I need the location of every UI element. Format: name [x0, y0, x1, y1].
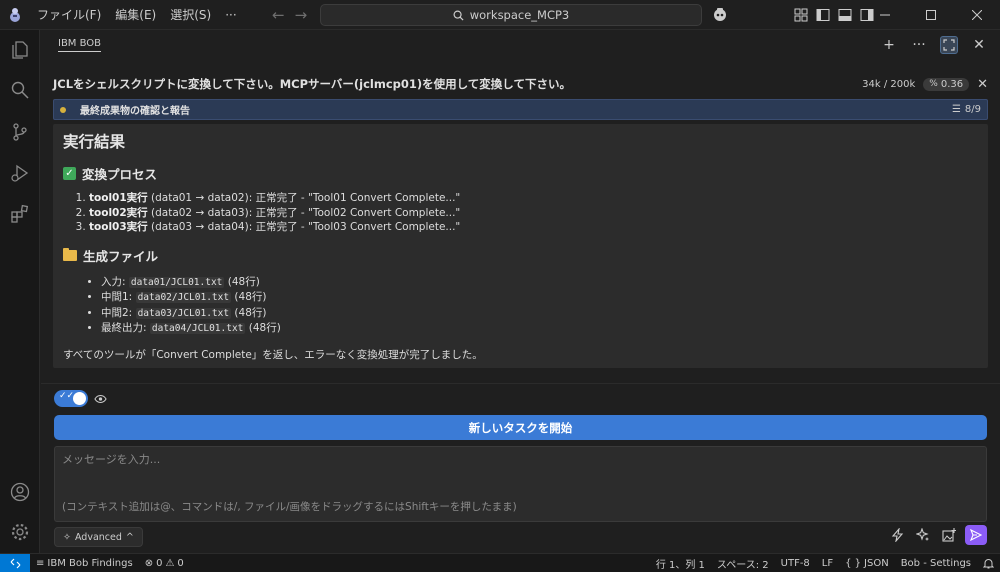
- current-step-dot-icon: [60, 106, 66, 113]
- result-summary: すべてのツールが「Convert Complete」を返し、エラーなく変換処理が…: [63, 348, 483, 361]
- close-window-button[interactable]: [954, 0, 1000, 30]
- file-path[interactable]: data02/JCL01.txt: [135, 292, 232, 303]
- generated-files-list: 入力: data01/JCL01.txt (48行) 中間1: data02/J…: [101, 275, 978, 337]
- check-mark-icon: ✓: [63, 166, 76, 180]
- remote-indicator-icon[interactable]: [0, 553, 30, 572]
- cursor-position[interactable]: 行 1、列 1: [650, 556, 711, 571]
- advanced-label: Advanced: [74, 531, 122, 543]
- new-task-button[interactable]: 新しいタスクを開始: [54, 415, 987, 440]
- result-message: 実行結果 ✓ 変換プロセス tool01実行 (data01 → data02)…: [53, 124, 988, 368]
- back-arrow-icon[interactable]: ←: [272, 6, 285, 24]
- menu-edit[interactable]: 編集(E): [108, 0, 163, 30]
- task-header: JCLをシェルスクリプトに変換して下さい。MCPサーバー(jclmcp01)を使…: [53, 72, 988, 96]
- process-heading-text: 変換プロセス: [82, 166, 158, 182]
- message-composer[interactable]: (コンテキスト追加は@、コマンドは/, ファイル/画像をドラッグするにはShif…: [54, 446, 987, 522]
- search-sidebar-icon[interactable]: [8, 78, 32, 102]
- folder-icon: [63, 248, 77, 261]
- extensions-icon[interactable]: [8, 202, 32, 226]
- files-heading: 生成ファイル: [63, 247, 978, 265]
- encoding[interactable]: UTF-8: [775, 558, 816, 569]
- menu-selection[interactable]: 選択(S): [163, 0, 218, 30]
- step-count: 8/9: [964, 104, 981, 115]
- list-item: tool01実行 (data01 → data02): 正常完了 - "Tool…: [89, 191, 978, 206]
- double-check-icon: ✓✓: [59, 391, 75, 401]
- cost-icon: %: [929, 79, 938, 89]
- bob-settings[interactable]: Bob - Settings: [895, 558, 977, 569]
- account-icon[interactable]: [8, 480, 32, 504]
- language-mode[interactable]: { } JSON: [839, 558, 895, 569]
- toggle-panel-icon[interactable]: [838, 8, 852, 22]
- divider: [41, 383, 1000, 384]
- problems-status[interactable]: ⊗ 0 ⚠ 0: [139, 558, 190, 569]
- warning-icon: ⚠: [165, 557, 175, 569]
- more-actions-icon[interactable]: ···: [910, 36, 928, 54]
- tab-ibm-bob[interactable]: IBM BOB: [58, 38, 102, 52]
- command-center-search[interactable]: workspace_MCP3: [320, 4, 702, 26]
- current-step-label: 最終成果物の確認と報告: [80, 106, 190, 117]
- title-bar: ファイル(F) 編集(E) 選択(S) ··· ← → workspace_MC…: [0, 0, 1000, 30]
- source-control-icon[interactable]: [8, 120, 32, 144]
- toggle-primary-sidebar-icon[interactable]: [816, 8, 830, 22]
- process-heading: ✓ 変換プロセス: [63, 164, 978, 182]
- lightning-icon[interactable]: [887, 525, 907, 545]
- minimize-button[interactable]: [862, 0, 908, 30]
- layout-customize-icon[interactable]: [794, 8, 808, 22]
- manage-gear-icon[interactable]: [8, 520, 32, 544]
- checklist-icon: ☰: [951, 104, 961, 115]
- list-item: 中間2: data03/JCL01.txt (48行): [101, 306, 978, 322]
- close-task-icon[interactable]: ✕: [977, 77, 988, 92]
- eye-icon[interactable]: [94, 394, 107, 404]
- status-bar: ≡ IBM Bob Findings ⊗ 0 ⚠ 0 行 1、列 1 スペース:…: [0, 553, 1000, 572]
- result-heading: 実行結果: [63, 133, 126, 151]
- list-icon: ≡: [36, 557, 45, 569]
- file-path[interactable]: data01/JCL01.txt: [128, 276, 225, 288]
- menu-file[interactable]: ファイル(F): [30, 0, 108, 30]
- indentation[interactable]: スペース: 2: [711, 556, 775, 571]
- message-hint: (コンテキスト追加は@、コマンドは/, ファイル/画像をドラッグするにはShif…: [62, 501, 517, 513]
- notifications-bell-icon[interactable]: [977, 558, 1000, 569]
- cost-value: 0.36: [940, 78, 964, 90]
- process-steps-list: tool01実行 (data01 → data02): 正常完了 - "Tool…: [89, 191, 978, 235]
- list-item: 中間1: data02/JCL01.txt (48行): [101, 290, 978, 306]
- list-item: tool02実行 (data02 → data03): 正常完了 - "Tool…: [89, 206, 978, 221]
- run-debug-icon[interactable]: [8, 161, 32, 185]
- close-panel-icon[interactable]: ✕: [970, 36, 988, 54]
- advanced-mode-button[interactable]: ✧ Advanced ^: [54, 527, 143, 547]
- menu-more[interactable]: ···: [218, 0, 243, 30]
- findings-status[interactable]: ≡ IBM Bob Findings: [30, 558, 139, 569]
- end-of-line[interactable]: LF: [816, 558, 839, 569]
- send-button[interactable]: [965, 525, 987, 545]
- bob-chat-panel: IBM BOB + ··· ✕ JCLをシェルスクリプトに変換して下さい。MCP…: [41, 30, 1000, 553]
- search-icon: [453, 10, 464, 21]
- list-item: tool03実行 (data03 → data04): 正常完了 - "Tool…: [89, 220, 978, 235]
- forward-arrow-icon[interactable]: →: [295, 6, 308, 24]
- file-path[interactable]: data04/JCL01.txt: [149, 323, 246, 334]
- activity-bar: [0, 30, 40, 553]
- task-title: JCLをシェルスクリプトに変換して下さい。MCPサーバー(jclmcp01)を使…: [53, 77, 571, 91]
- todo-progress-bar[interactable]: 最終成果物の確認と報告 ☰ 8/9: [53, 99, 988, 120]
- wand-icon: ✧: [63, 531, 71, 543]
- message-input[interactable]: [62, 453, 962, 466]
- bob-logo-icon[interactable]: [0, 0, 30, 30]
- braces-icon: { }: [845, 558, 862, 569]
- maximize-button[interactable]: [908, 0, 954, 30]
- explorer-icon[interactable]: [8, 38, 32, 62]
- new-chat-plus-icon[interactable]: +: [880, 36, 898, 54]
- list-item: 最終出力: data04/JCL01.txt (48行): [101, 321, 978, 337]
- error-icon: ⊗: [144, 557, 154, 569]
- copilot-icon[interactable]: [712, 6, 728, 25]
- files-heading-text: 生成ファイル: [83, 249, 159, 264]
- cost-badge: % 0.36: [923, 77, 970, 91]
- token-usage: 34k / 200k: [862, 78, 916, 90]
- add-image-icon[interactable]: [939, 525, 959, 545]
- maximize-panel-icon[interactable]: [940, 36, 958, 54]
- search-text: workspace_MCP3: [469, 8, 570, 22]
- auto-approve-toggle[interactable]: ✓✓: [54, 390, 88, 407]
- list-item: 入力: data01/JCL01.txt (48行): [101, 275, 978, 291]
- send-icon: [970, 529, 982, 541]
- file-path[interactable]: data03/JCL01.txt: [135, 307, 232, 319]
- sparkle-icon[interactable]: [913, 525, 933, 545]
- chevron-up-icon: ^: [125, 531, 134, 543]
